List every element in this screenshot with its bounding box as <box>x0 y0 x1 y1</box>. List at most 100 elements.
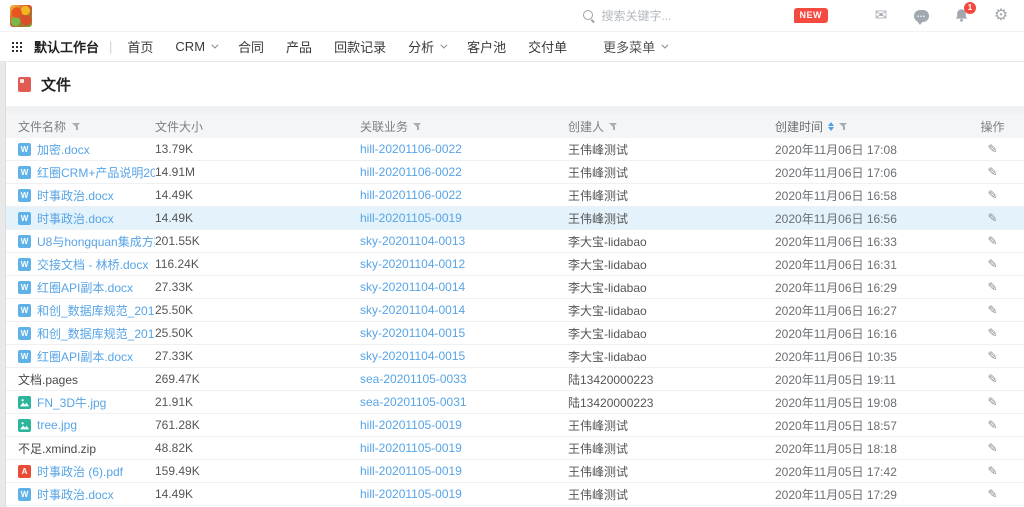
filter-icon[interactable] <box>609 122 618 131</box>
file-name-link[interactable]: 时事政治.docx <box>37 210 114 227</box>
column-header-4: 创建人 <box>568 118 775 135</box>
file-name-cell: W U8与hongquan集成方案.docx <box>18 233 155 250</box>
app-logo[interactable] <box>10 5 32 27</box>
file-name-link[interactable]: 加密.docx <box>37 141 90 158</box>
file-name-link[interactable]: 红圈API副本.docx <box>37 348 133 365</box>
nav-item-2[interactable]: CRM <box>164 32 227 62</box>
edit-icon[interactable]: ✎ <box>987 350 997 362</box>
table-row[interactable]: W红圈CRM+产品说明201901_前端...14.91Mhill-202011… <box>6 161 1024 184</box>
file-name-link[interactable]: 和创_数据库规范_20171124.doc <box>37 302 155 319</box>
nav-item-6[interactable]: 分析 <box>397 32 456 62</box>
edit-icon[interactable]: ✎ <box>987 212 997 224</box>
file-name-link[interactable]: FN_3D牛.jpg <box>37 394 106 411</box>
related-business-link[interactable]: hill-20201105-0019 <box>360 464 462 478</box>
action-cell: ✎ <box>961 396 1024 408</box>
edit-icon[interactable]: ✎ <box>987 373 997 385</box>
related-business-cell: sky-20201104-0015 <box>360 326 568 340</box>
action-cell: ✎ <box>961 442 1024 454</box>
edit-icon[interactable]: ✎ <box>987 166 997 178</box>
related-business-link[interactable]: hill-20201106-0022 <box>360 188 462 202</box>
table-row[interactable]: W交接文档 - 林桥.docx116.24Ksky-20201104-0012李… <box>6 253 1024 276</box>
related-business-link[interactable]: sky-20201104-0015 <box>360 326 465 340</box>
file-name-link[interactable]: 时事政治 (6).pdf <box>37 463 123 480</box>
file-name-link[interactable]: 交接文档 - 林桥.docx <box>37 256 148 273</box>
related-business-link[interactable]: sea-20201105-0033 <box>360 372 467 386</box>
edit-icon[interactable]: ✎ <box>987 304 997 316</box>
related-business-link[interactable]: hill-20201105-0019 <box>360 487 462 501</box>
nav-item-5[interactable]: 回款记录 <box>323 32 397 62</box>
nav-item-label: 合同 <box>238 37 264 56</box>
file-size: 13.79K <box>155 142 360 156</box>
table-row[interactable]: W时事政治.docx14.49Khill-20201105-0019王伟峰测试2… <box>6 207 1024 230</box>
file-name-link[interactable]: 红圈CRM+产品说明201901_前端... <box>37 164 155 181</box>
related-business-link[interactable]: sky-20201104-0014 <box>360 280 465 294</box>
related-business-link[interactable]: hill-20201105-0019 <box>360 211 462 225</box>
edit-icon[interactable]: ✎ <box>987 327 997 339</box>
table-row[interactable]: W时事政治.docx14.49Khill-20201105-0019王伟峰测试2… <box>6 483 1024 506</box>
table-row[interactable]: W和创_数据库规范_20171124.doc25.50Ksky-20201104… <box>6 299 1024 322</box>
table-row[interactable]: W加密.docx13.79Khill-20201106-0022王伟峰测试202… <box>6 138 1024 161</box>
related-business-link[interactable]: sky-20201104-0015 <box>360 349 465 363</box>
file-name-link[interactable]: 时事政治.docx <box>37 187 114 204</box>
table-row[interactable]: 不足.xmind.zip48.82Khill-20201105-0019王伟峰测… <box>6 437 1024 460</box>
created-time: 2020年11月06日 17:06 <box>775 164 961 181</box>
edit-icon[interactable]: ✎ <box>987 189 997 201</box>
related-business-link[interactable]: hill-20201105-0019 <box>360 418 462 432</box>
table-row[interactable]: 文档.pages269.47Ksea-20201105-0033陆1342000… <box>6 368 1024 391</box>
mail-icon[interactable]: ✉ <box>872 7 890 25</box>
edit-icon[interactable]: ✎ <box>987 419 997 431</box>
related-business-link[interactable]: hill-20201106-0022 <box>360 142 462 156</box>
nav-item-1[interactable]: 首页 <box>116 32 164 62</box>
global-search[interactable] <box>582 9 760 23</box>
table-row[interactable]: tree.jpg761.28Khill-20201105-0019王伟峰测试20… <box>6 414 1024 437</box>
file-name-link[interactable]: 时事政治.docx <box>37 486 114 503</box>
edit-icon[interactable]: ✎ <box>987 465 997 477</box>
workspace-title[interactable]: 默认工作台 <box>34 37 99 56</box>
related-business-link[interactable]: sky-20201104-0012 <box>360 257 465 271</box>
related-business-link[interactable]: sea-20201105-0031 <box>360 395 467 409</box>
nav-item-label: 首页 <box>127 37 153 56</box>
edit-icon[interactable]: ✎ <box>987 281 997 293</box>
nav-item-9[interactable]: 更多菜单 <box>592 32 677 62</box>
table-row[interactable]: W红圈API副本.docx27.33Ksky-20201104-0015李大宝-… <box>6 345 1024 368</box>
file-name-link[interactable]: 和创_数据库规范_20171124.doc <box>37 325 155 342</box>
edit-icon[interactable]: ✎ <box>987 235 997 247</box>
edit-icon[interactable]: ✎ <box>987 258 997 270</box>
file-name-link[interactable]: 红圈API副本.docx <box>37 279 133 296</box>
related-business-link[interactable]: sky-20201104-0013 <box>360 234 465 248</box>
table-row[interactable]: W时事政治.docx14.49Khill-20201106-0022王伟峰测试2… <box>6 184 1024 207</box>
filter-icon[interactable] <box>839 122 848 131</box>
related-business-link[interactable]: sky-20201104-0014 <box>360 303 465 317</box>
edit-icon[interactable]: ✎ <box>987 442 997 454</box>
nav-item-7[interactable]: 客户池 <box>456 32 517 62</box>
bell-icon[interactable]: 1 <box>952 7 970 25</box>
edit-icon[interactable]: ✎ <box>987 488 997 500</box>
table-row[interactable]: W和创_数据库规范_20171124.doc25.50Ksky-20201104… <box>6 322 1024 345</box>
file-name-cell: W时事政治.docx <box>18 210 155 227</box>
table-row[interactable]: W红圈API副本.docx27.33Ksky-20201104-0014李大宝-… <box>6 276 1024 299</box>
file-name-link[interactable]: tree.jpg <box>37 418 77 432</box>
sort-icon[interactable] <box>828 122 834 131</box>
file-name-cell: W交接文档 - 林桥.docx <box>18 256 155 273</box>
gear-icon[interactable]: ⚙ <box>992 7 1010 25</box>
edit-icon[interactable]: ✎ <box>987 143 997 155</box>
edit-icon[interactable]: ✎ <box>987 396 997 408</box>
file-name-link[interactable]: U8与hongquan集成方案.docx <box>37 233 155 250</box>
file-size: 116.24K <box>155 257 360 271</box>
table-row[interactable]: WU8与hongquan集成方案.docx201.55Ksky-20201104… <box>6 230 1024 253</box>
chat-icon[interactable]: … <box>912 7 930 25</box>
nav-item-4[interactable]: 产品 <box>275 32 323 62</box>
apps-grid-icon[interactable] <box>12 41 24 53</box>
action-cell: ✎ <box>961 488 1024 500</box>
related-business-link[interactable]: hill-20201105-0019 <box>360 441 462 455</box>
nav-item-3[interactable]: 合同 <box>227 32 275 62</box>
filter-icon[interactable] <box>72 122 81 131</box>
table-row[interactable]: A时事政治 (6).pdf159.49Khill-20201105-0019王伟… <box>6 460 1024 483</box>
nav-item-8[interactable]: 交付单 <box>517 32 578 62</box>
filter-icon[interactable] <box>413 122 422 131</box>
word-file-icon: W <box>18 235 31 248</box>
related-business-link[interactable]: hill-20201106-0022 <box>360 165 462 179</box>
action-cell: ✎ <box>961 465 1024 477</box>
table-row[interactable]: FN_3D牛.jpg21.91Ksea-20201105-0031陆134200… <box>6 391 1024 414</box>
search-input[interactable] <box>602 9 732 23</box>
